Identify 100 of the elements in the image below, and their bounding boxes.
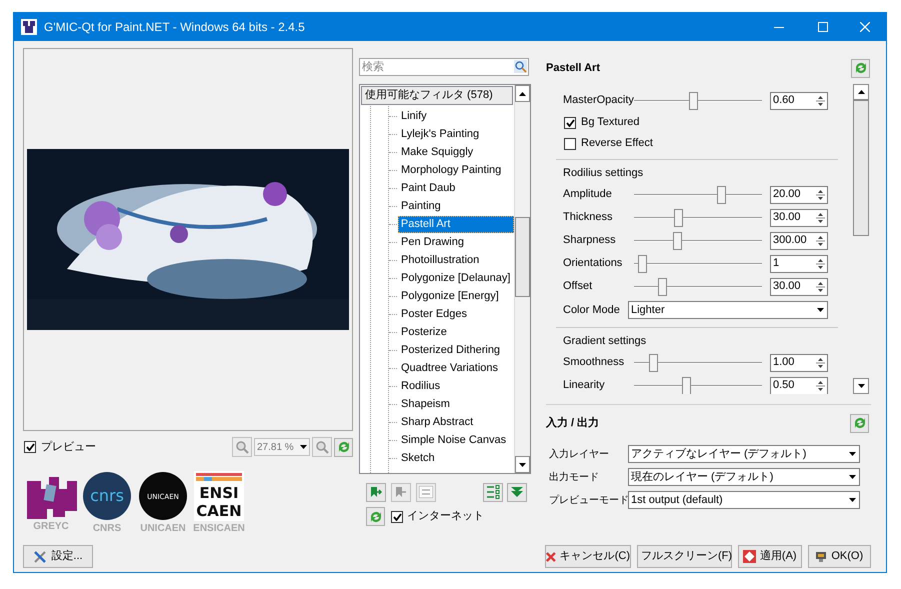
spin-box[interactable]: 0.60: [770, 92, 828, 110]
logo-caption: CNRS: [92, 522, 122, 536]
search-field[interactable]: 検索: [359, 58, 529, 76]
dropdown[interactable]: 1st output (default): [628, 491, 860, 509]
filter-item[interactable]: Pastell Art: [398, 216, 514, 232]
refresh-button[interactable]: [334, 438, 353, 456]
checkbox-label[interactable]: インターネット: [407, 508, 484, 525]
slider[interactable]: [634, 354, 762, 372]
refresh-button[interactable]: [850, 414, 869, 432]
checkbox[interactable]: [564, 138, 576, 150]
expand-toggle-button[interactable]: [483, 482, 503, 502]
slider[interactable]: [634, 186, 762, 204]
scrollbar[interactable]: [514, 85, 530, 473]
slider-thumb[interactable]: [716, 186, 726, 204]
slider-thumb[interactable]: [689, 92, 698, 110]
filter-item[interactable]: Polygonize [Energy]: [398, 288, 500, 304]
filter-item[interactable]: Rodilius: [398, 378, 442, 394]
dropdown[interactable]: 現在のレイヤー (デフォルト): [628, 468, 860, 486]
monitor-icon: [815, 550, 828, 562]
filter-item[interactable]: Quadtree Variations: [398, 360, 500, 376]
rename-button[interactable]: [416, 482, 436, 502]
spin-box[interactable]: 20.00: [770, 186, 828, 204]
parameter-label: Offset: [563, 279, 592, 294]
refresh-button[interactable]: [851, 58, 870, 78]
maximize-icon[interactable]: [818, 22, 828, 32]
slider-thumb[interactable]: [682, 376, 690, 394]
minimize-icon[interactable]: [774, 26, 784, 28]
apply-button[interactable]: 適用(A): [738, 545, 802, 568]
scrollbar[interactable]: [853, 84, 869, 394]
section-heading: Gradient settings: [563, 334, 646, 350]
checkbox-label[interactable]: Reverse Effect: [581, 135, 653, 152]
slider[interactable]: [634, 92, 762, 110]
slider[interactable]: [634, 254, 762, 272]
flag-icon: [370, 486, 382, 498]
dropdown[interactable]: アクティブなレイヤー (デフォルト): [628, 445, 860, 463]
filter-title: Pastell Art: [546, 60, 600, 76]
filter-item[interactable]: Posterized Dithering: [398, 342, 502, 358]
logo-caption: UNICAEN: [140, 522, 186, 536]
spin-box[interactable]: 300.00: [770, 232, 828, 250]
spinner-icon: [816, 258, 825, 270]
filter-item[interactable]: Sketch: [398, 450, 436, 466]
tree-header[interactable]: 使用可能なフィルタ (578): [361, 86, 513, 105]
caret-icon: [300, 445, 307, 449]
checkbox[interactable]: [564, 116, 576, 128]
logo: ENSI CAEN: [194, 471, 244, 521]
spin-box[interactable]: 30.00: [770, 278, 828, 296]
checkbox[interactable]: [391, 510, 403, 522]
filter-item[interactable]: Painting: [398, 198, 442, 214]
spin-box[interactable]: 30.00: [770, 208, 828, 226]
checkbox[interactable]: [24, 441, 36, 453]
field-label: 入力レイヤー: [549, 448, 609, 462]
zoom-combo[interactable]: 27.81 %: [254, 438, 310, 456]
ok-button[interactable]: OK(O): [808, 545, 871, 568]
slider-thumb[interactable]: [638, 254, 647, 272]
slider[interactable]: [634, 208, 762, 226]
magnifier-icon: [315, 440, 329, 454]
checkbox-label[interactable]: Bg Textured: [581, 114, 640, 131]
slider[interactable]: [634, 232, 762, 250]
refresh-button[interactable]: [366, 507, 385, 526]
zoom-out-button[interactable]: [232, 437, 252, 457]
filter-item[interactable]: Make Squiggly: [398, 144, 474, 160]
slider-thumb[interactable]: [672, 232, 682, 250]
filter-item[interactable]: Paint Daub: [398, 180, 456, 196]
parameter-label: Smoothness: [563, 355, 624, 370]
filter-item[interactable]: Photoillustration: [398, 252, 480, 268]
settings-button[interactable]: 設定...: [23, 545, 93, 568]
cancel-button[interactable]: キャンセル(C): [545, 545, 631, 568]
add-favorite-button[interactable]: [366, 482, 386, 502]
refresh-icon: [852, 416, 866, 430]
refresh-icon: [336, 440, 350, 454]
scroll-thumb[interactable]: [853, 100, 869, 236]
slider[interactable]: [634, 376, 762, 394]
spin-box[interactable]: 0.50: [770, 376, 828, 394]
slider-thumb[interactable]: [649, 354, 658, 372]
color-mode-dropdown[interactable]: Lighter: [628, 301, 828, 319]
slider-thumb[interactable]: [674, 208, 683, 226]
chevron-down-icon: [511, 486, 523, 498]
close-icon[interactable]: [860, 22, 870, 32]
slider-thumb[interactable]: [658, 278, 667, 296]
filter-item[interactable]: Simple Noise Canvas: [398, 432, 508, 448]
filter-item[interactable]: Posterize: [398, 324, 448, 340]
slider[interactable]: [634, 278, 762, 296]
filter-item[interactable]: Sharp Abstract: [398, 414, 474, 430]
scroll-thumb[interactable]: [515, 217, 530, 297]
filter-item[interactable]: Polygonize [Delaunay]: [398, 270, 512, 286]
zoom-in-button[interactable]: [312, 437, 332, 457]
filter-item[interactable]: Pen Drawing: [398, 234, 465, 250]
filter-item[interactable]: Morphology Painting: [398, 162, 502, 178]
checkbox-label[interactable]: プレビュー: [41, 438, 96, 456]
collapse-button[interactable]: [507, 482, 527, 502]
fullscreen-button[interactable]: フルスクリーン(F): [637, 545, 732, 568]
filter-item[interactable]: Poster Edges: [398, 306, 468, 322]
remove-favorite-button[interactable]: [391, 482, 411, 502]
spin-box[interactable]: 1.00: [770, 354, 828, 372]
filter-item[interactable]: Lylejk's Painting: [398, 126, 480, 142]
filter-item[interactable]: Linify: [398, 108, 428, 124]
filter-item[interactable]: Shapeism: [398, 396, 451, 412]
spinner-icon: [816, 380, 825, 392]
arrow-up-icon: [858, 90, 864, 94]
spin-box[interactable]: 1: [770, 254, 828, 272]
